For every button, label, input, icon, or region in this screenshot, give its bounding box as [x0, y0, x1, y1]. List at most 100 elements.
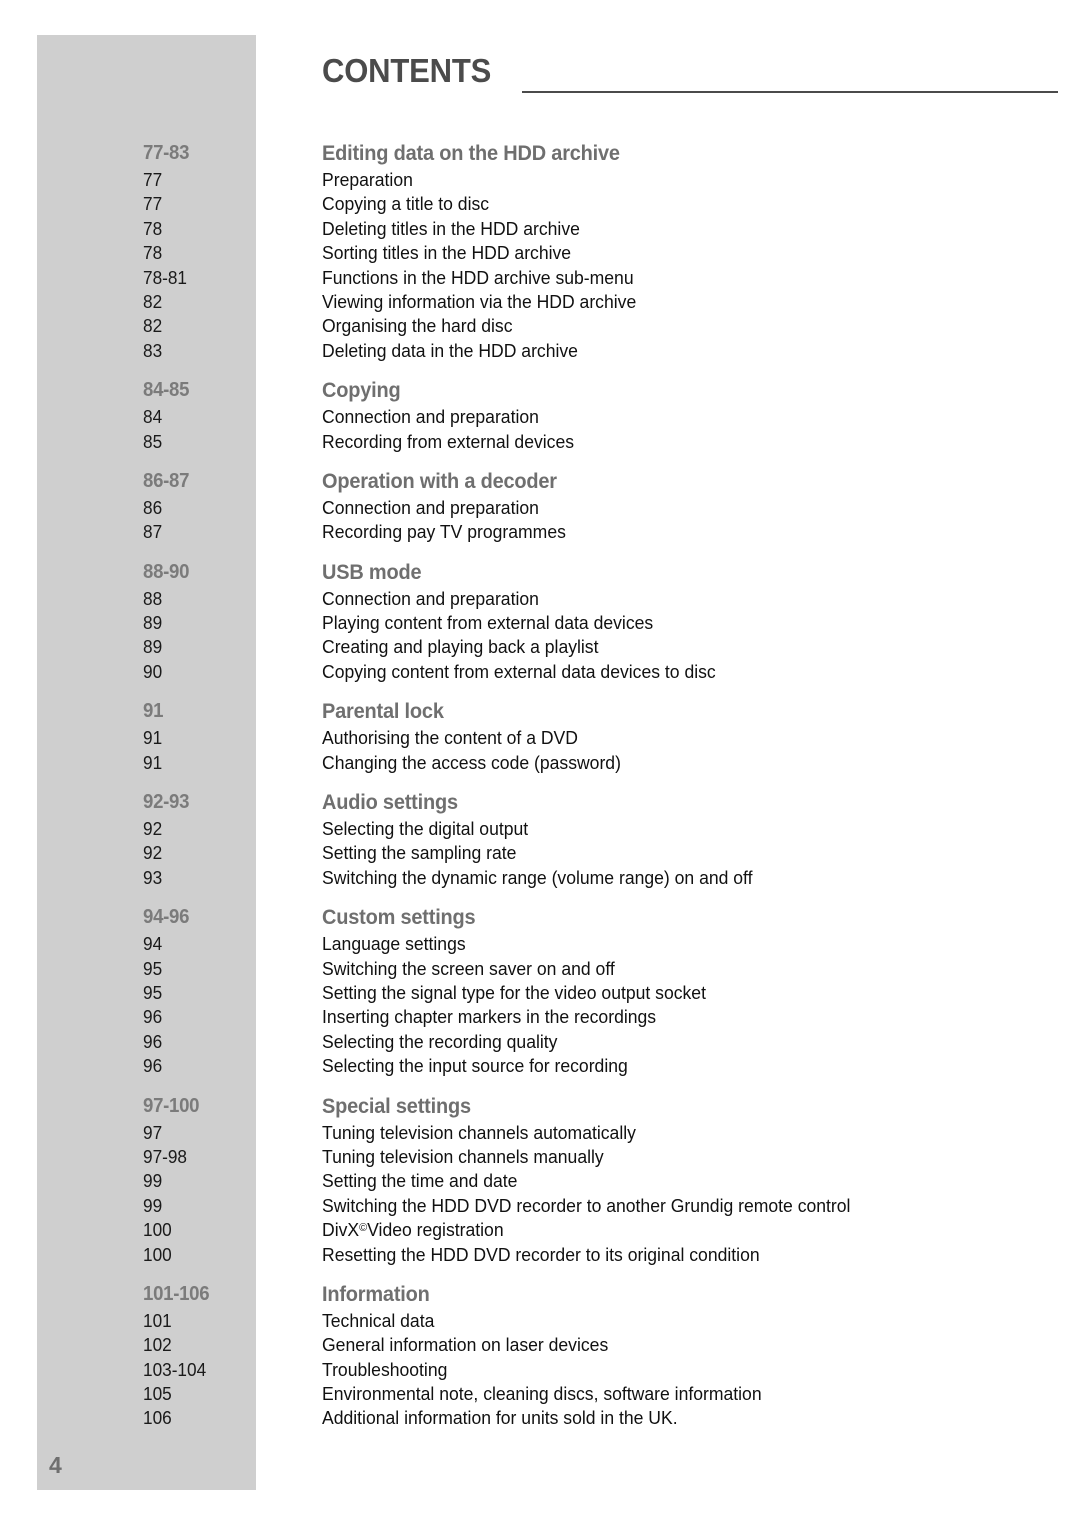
- toc-entry-row[interactable]: 103-104 Troubleshooting: [0, 1358, 1080, 1382]
- toc-entry-row[interactable]: 100 DivX©Video registration: [0, 1218, 1080, 1242]
- toc-section-heading-row[interactable]: 101-106 Information: [0, 1280, 1080, 1309]
- toc-entry-row[interactable]: 99 Switching the HDD DVD recorder to anot…: [0, 1194, 1080, 1218]
- page-header: CONTENTS: [322, 52, 1058, 100]
- toc-entry-row[interactable]: 93 Switching the dynamic range (volume ra…: [0, 866, 1080, 890]
- toc-entry-row[interactable]: 90 Copying content from external data dev…: [0, 660, 1080, 684]
- toc-entry-page: 85: [143, 430, 163, 452]
- toc-section: 86-87 Operation with a decoder 86 Connectio…: [0, 467, 1080, 545]
- toc-section: 94-96 Custom settings 94 Language settings 9…: [0, 903, 1080, 1078]
- toc-entry-row[interactable]: 86 Connection and preparation: [0, 496, 1080, 520]
- toc-section-title: Audio settings: [322, 791, 458, 815]
- toc-entry-page: 93: [143, 866, 163, 888]
- toc-entry-row[interactable]: 102 General information on laser devices: [0, 1333, 1080, 1357]
- toc-entry-page: 77: [143, 193, 163, 215]
- toc-entry-row[interactable]: 92 Selecting the digital output: [0, 817, 1080, 841]
- toc-entry-label: Functions in the HDD archive sub-menu: [322, 266, 634, 288]
- toc-entry-row[interactable]: 91 Authorising the content of a DVD: [0, 726, 1080, 750]
- toc-entry-label: Connection and preparation: [322, 406, 539, 428]
- toc-section-title: Editing data on the HDD archive: [322, 142, 620, 165]
- toc-entry-page: 87: [143, 521, 163, 543]
- toc-entry-row[interactable]: 82 Viewing information via the HDD archiv…: [0, 290, 1080, 314]
- toc-entry-label: DivX©Video registration: [322, 1218, 504, 1242]
- toc-entry-page: 92: [143, 818, 163, 840]
- toc-entry-row[interactable]: 95 Setting the signal type for the video …: [0, 981, 1080, 1005]
- toc-entry-row[interactable]: 96 Selecting the input source for recordi…: [0, 1054, 1080, 1078]
- toc-entry-row[interactable]: 83 Deleting data in the HDD archive: [0, 339, 1080, 363]
- toc-entry-row[interactable]: 91 Changing the access code (password): [0, 751, 1080, 775]
- toc-entry-page: 96: [143, 1030, 163, 1052]
- toc-entry-label: Inserting chapter markers in the recordi…: [322, 1006, 657, 1028]
- toc-entry-label: Authorising the content of a DVD: [322, 727, 578, 749]
- toc-entry-label: Resetting the HDD DVD recorder to its or…: [322, 1243, 760, 1265]
- toc-entry-label: Copying content from external data devic…: [322, 660, 716, 682]
- toc-entry-page: 96: [143, 1006, 163, 1028]
- page-title: CONTENTS: [322, 52, 492, 89]
- toc-entry-row[interactable]: 94 Language settings: [0, 932, 1080, 956]
- toc-entry-label: General information on laser devices: [322, 1334, 609, 1356]
- toc-entry-page: 89: [143, 612, 163, 634]
- toc-section-heading-row[interactable]: 94-96 Custom settings: [0, 903, 1080, 932]
- toc-entry-row[interactable]: 97 Tuning television channels automatical…: [0, 1121, 1080, 1145]
- toc-section-heading-row[interactable]: 91 Parental lock: [0, 697, 1080, 726]
- toc-entry-row[interactable]: 89 Creating and playing back a playlist: [0, 635, 1080, 659]
- toc-section: 92-93 Audio settings 92 Selecting the digit…: [0, 788, 1080, 890]
- toc-entry-row[interactable]: 78-81 Functions in the HDD archive sub-me…: [0, 266, 1080, 290]
- toc-entry-row[interactable]: 100 Resetting the HDD DVD recorder to its…: [0, 1243, 1080, 1267]
- toc-section-heading-row[interactable]: 88-90 USB mode: [0, 558, 1080, 587]
- toc-entry-row[interactable]: 87 Recording pay TV programmes: [0, 520, 1080, 544]
- toc-section-heading-row[interactable]: 86-87 Operation with a decoder: [0, 467, 1080, 496]
- toc-entry-row[interactable]: 88 Connection and preparation: [0, 587, 1080, 611]
- toc-section-heading-row[interactable]: 92-93 Audio settings: [0, 788, 1080, 817]
- toc-entry-label: Recording pay TV programmes: [322, 521, 566, 543]
- toc-section-page-range: 88-90: [143, 560, 190, 583]
- toc-section-title: Operation with a decoder: [322, 469, 557, 493]
- toc-entry-row[interactable]: 78 Sorting titles in the HDD archive: [0, 241, 1080, 265]
- toc-section-page-range: 84-85: [143, 379, 190, 402]
- toc-entry-row[interactable]: 84 Connection and preparation: [0, 405, 1080, 429]
- toc-entry-page: 83: [143, 339, 163, 361]
- toc-entry-row[interactable]: 77 Preparation: [0, 168, 1080, 192]
- toc-entry-label: Copying a title to disc: [322, 193, 490, 215]
- toc-entry-row[interactable]: 92 Setting the sampling rate: [0, 841, 1080, 865]
- toc-section: 88-90 USB mode 88 Connection and preparatio…: [0, 558, 1080, 685]
- toc-entry-page: 96: [143, 1055, 163, 1077]
- toc-entry-row[interactable]: 95 Switching the screen saver on and off: [0, 957, 1080, 981]
- toc-section-heading-row[interactable]: 97-100 Special settings: [0, 1092, 1080, 1121]
- folio-page-number: 4: [49, 1452, 62, 1478]
- toc-entry-row[interactable]: 77 Copying a title to disc: [0, 192, 1080, 216]
- toc-entry-row[interactable]: 99 Setting the time and date: [0, 1169, 1080, 1193]
- toc-entry-page: 100: [143, 1219, 172, 1241]
- toc-section-heading-row[interactable]: 84-85 Copying: [0, 376, 1080, 405]
- toc-entry-page: 78: [143, 217, 163, 239]
- toc-entry-page: 78: [143, 242, 163, 264]
- toc-entry-row[interactable]: 105 Environmental note, cleaning discs, s…: [0, 1382, 1080, 1406]
- toc-entry-row[interactable]: 97-98 Tuning television channels manually: [0, 1145, 1080, 1169]
- toc-entry-row[interactable]: 85 Recording from external devices: [0, 430, 1080, 454]
- toc-entry-label: Viewing information via the HDD archive: [322, 290, 637, 312]
- toc-entry-label: Deleting titles in the HDD archive: [322, 217, 580, 239]
- toc-entry-page: 101: [143, 1309, 172, 1331]
- toc-entry-page: 103-104: [143, 1358, 207, 1380]
- toc-entry-page: 102: [143, 1334, 172, 1356]
- toc-section-heading-row[interactable]: 77-83 Editing data on the HDD archive: [0, 139, 1080, 168]
- toc-entry-page: 78-81: [143, 266, 188, 288]
- toc-entry-label: Language settings: [322, 933, 466, 955]
- toc-entry-page: 92: [143, 842, 163, 864]
- toc-section-page-range: 101-106: [143, 1282, 210, 1305]
- toc-entry-row[interactable]: 82 Organising the hard disc: [0, 314, 1080, 338]
- toc-entry-label: Setting the time and date: [322, 1170, 518, 1192]
- toc-entry-label: Switching the HDD DVD recorder to anothe…: [322, 1194, 851, 1216]
- toc-entry-label: Connection and preparation: [322, 496, 539, 518]
- toc-entry-row[interactable]: 78 Deleting titles in the HDD archive: [0, 217, 1080, 241]
- toc-entry-row[interactable]: 89 Playing content from external data dev…: [0, 611, 1080, 635]
- toc-entry-page: 97: [143, 1121, 163, 1143]
- toc-entry-row[interactable]: 106 Additional information for units sold…: [0, 1406, 1080, 1430]
- toc-entry-row[interactable]: 101 Technical data: [0, 1309, 1080, 1333]
- toc-entry-row[interactable]: 96 Selecting the recording quality: [0, 1030, 1080, 1054]
- toc-entry-page: 94: [143, 933, 163, 955]
- toc-section-title: Custom settings: [322, 906, 476, 930]
- toc-entry-page: 95: [143, 981, 163, 1003]
- toc-entry-label: Connection and preparation: [322, 587, 539, 609]
- toc-section-title: Parental lock: [322, 700, 444, 724]
- toc-entry-row[interactable]: 96 Inserting chapter markers in the recor…: [0, 1005, 1080, 1029]
